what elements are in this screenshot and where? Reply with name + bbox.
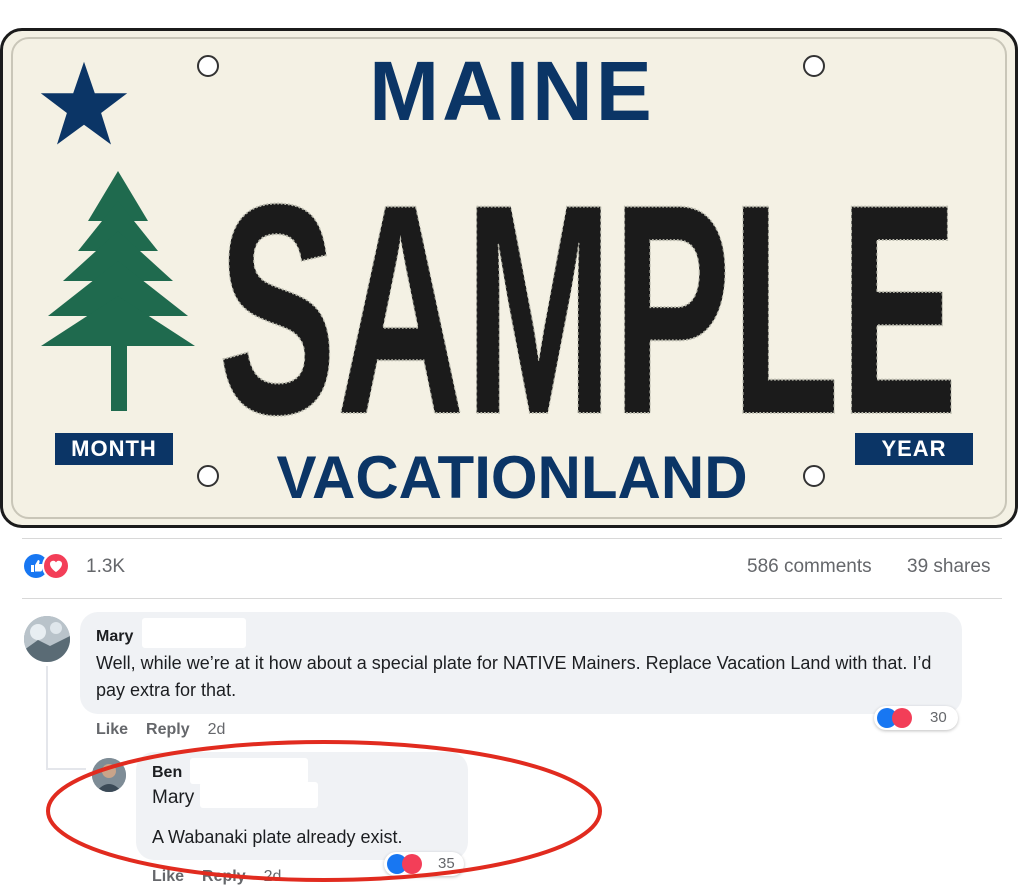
reaction-count: 30: [930, 709, 947, 726]
shares-count[interactable]: 39 shares: [907, 556, 990, 578]
divider: [22, 598, 1002, 599]
highlight-circle: [46, 740, 602, 882]
post-stats-bar: 1.3K 586 comments 39 shares: [0, 552, 1024, 582]
plate-number-text: SAMPLE: [218, 151, 958, 431]
avatar[interactable]: [24, 616, 70, 662]
comment-text: Well, while we’re at it how about a spec…: [96, 653, 932, 700]
comment-reactions[interactable]: 30: [874, 706, 958, 730]
license-plate-image[interactable]: MAINE SAMPLE MONTH YEAR VACATIONLAND: [0, 28, 1018, 528]
comment-author[interactable]: Mary: [96, 628, 133, 646]
plate-number: SAMPLE: [217, 151, 959, 431]
plate-motto: VACATIONLAND: [276, 444, 748, 511]
divider: [22, 538, 1002, 539]
pine-tree-icon: [41, 171, 195, 411]
comment-timestamp[interactable]: 2d: [208, 721, 226, 738]
love-reaction-icon: [892, 708, 912, 728]
comments-count[interactable]: 586 comments: [747, 556, 872, 578]
reaction-count[interactable]: 1.3K: [86, 556, 125, 578]
love-reaction-icon[interactable]: [42, 552, 70, 580]
star-icon: [40, 61, 128, 145]
like-button[interactable]: Like: [96, 721, 128, 738]
comment-actions: Like Reply 2d: [96, 721, 243, 739]
comment-bubble: Mary Well, while we’re at it how about a…: [80, 612, 962, 714]
reply-button[interactable]: Reply: [146, 721, 190, 738]
redaction: [142, 618, 246, 648]
plate-state-name: MAINE: [369, 44, 655, 138]
